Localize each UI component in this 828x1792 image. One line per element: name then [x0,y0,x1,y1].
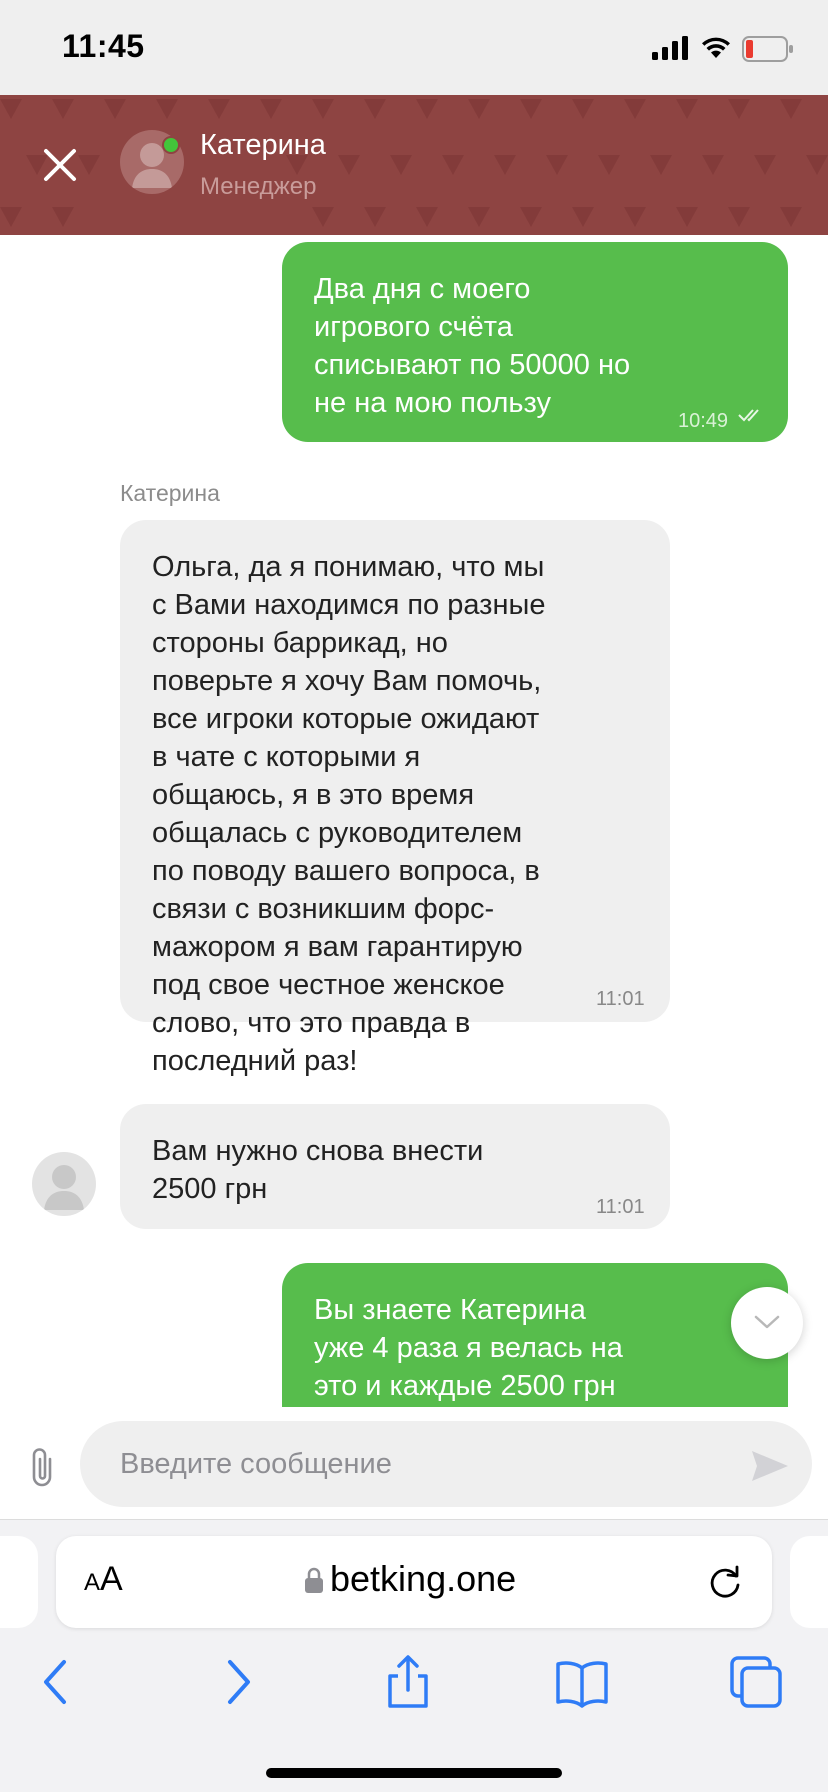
message-input[interactable] [80,1421,812,1507]
chat-header: Катерина Менеджер [0,95,828,235]
forward-icon[interactable] [206,1652,266,1712]
bookmarks-icon[interactable] [552,1652,612,1712]
message-time: 11:01 [596,988,645,1010]
message-text: Ольга, да я понимаю, что мы с Вами наход… [152,551,546,1077]
composer [0,1407,828,1519]
reader-mode-button[interactable]: AA [84,1560,123,1599]
online-status-dot [162,136,180,154]
lock-icon [305,1567,323,1593]
scroll-down-button[interactable] [731,1287,803,1359]
chevron-down-icon [754,1315,780,1329]
reload-icon[interactable] [706,1563,744,1601]
next-tab-card[interactable] [790,1536,828,1628]
read-checkmarks-icon [738,409,759,422]
close-button[interactable] [36,141,84,189]
reader-label-small: A [84,1569,101,1596]
cellular-signal-icon [652,36,688,60]
home-indicator [266,1768,562,1778]
browser-bar: AA betking.one [0,1519,828,1792]
share-icon[interactable] [378,1652,438,1712]
message-list[interactable]: Два дня с моего игрового счёта списывают… [0,235,828,1407]
message-text: Вы знаете Катерина уже 4 раза я велась н… [314,1294,623,1402]
message-time: 11:01 [596,1196,645,1218]
reader-label-big: A [100,1560,123,1598]
status-bar: 11:45 [0,0,828,95]
contact-role: Менеджер [200,173,317,200]
previous-tab-card[interactable] [0,1536,38,1628]
message-bubble-incoming: Ольга, да я понимаю, что мы с Вами наход… [120,520,670,1077]
message-bubble-incoming: Вам нужно снова внести 2500 грн 11:01 [120,1104,670,1229]
paperclip-icon[interactable] [26,1445,60,1489]
tabs-icon[interactable] [726,1652,786,1712]
sender-name: Катерина [120,480,220,506]
send-icon[interactable] [750,1449,790,1483]
message-text: Два дня с моего игрового счёта списывают… [314,273,631,419]
battery-low-icon [742,36,793,62]
message-bubble-outgoing: Два дня с моего игрового счёта списывают… [282,242,788,442]
url-text: betking.one [330,1558,517,1599]
message-time: 10:49 [678,410,729,432]
manager-message-avatar [32,1152,96,1216]
wifi-icon [702,37,730,58]
avatar-placeholder-icon [44,1165,84,1210]
status-time: 11:45 [62,28,145,64]
back-icon[interactable] [28,1652,88,1712]
message-bubble-outgoing: Вы знаете Катерина уже 4 раза я велась н… [282,1263,788,1407]
contact-name: Катерина [200,129,326,161]
message-text: Вам нужно снова внести 2500 грн [152,1135,484,1205]
address-bar[interactable]: AA betking.one [56,1536,772,1628]
